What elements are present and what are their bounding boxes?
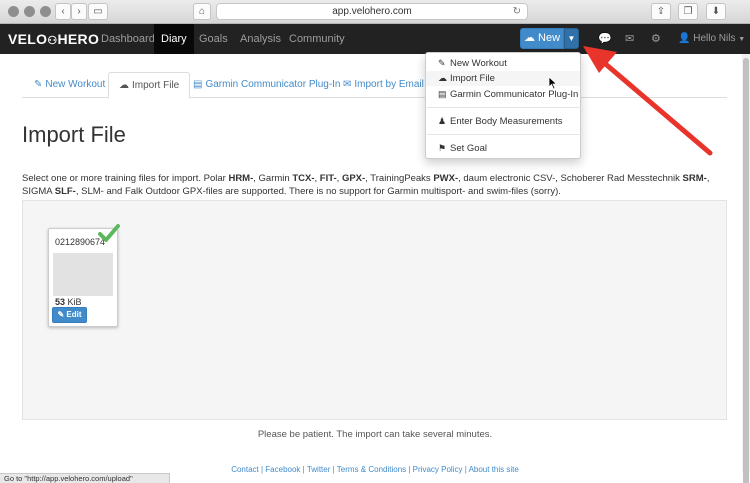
edit-button-label: Edit xyxy=(66,310,82,319)
new-button-label: New xyxy=(538,32,561,44)
bicycle-icon: ⚇ xyxy=(47,35,58,47)
sidebar-icon: ▭ xyxy=(93,6,103,17)
tab-label: Import File xyxy=(132,80,180,91)
forward-button[interactable]: › xyxy=(71,3,87,20)
status-bar: Go to "http://app.velohero.com/upload" xyxy=(0,473,170,483)
tabs-icon: ❐ xyxy=(683,6,693,17)
cloud-upload-icon: ☁ xyxy=(438,73,447,83)
back-button[interactable]: ‹ xyxy=(55,3,71,20)
mouse-cursor-icon xyxy=(548,76,558,90)
import-tabs: ✎ New Workout ☁ Import File ▤ Garmin Commun… xyxy=(22,72,727,99)
menu-divider xyxy=(427,107,581,108)
minimize-window-button[interactable] xyxy=(24,6,35,17)
footer-link-privacy[interactable]: Privacy Policy xyxy=(413,465,463,474)
menu-item-set-goal[interactable]: ⚑ Set Goal xyxy=(426,141,580,156)
cloud-upload-icon: ☁ xyxy=(119,80,129,91)
tab-garmin-communicator[interactable]: ▤ Garmin Communicator Plug-In xyxy=(183,72,351,98)
pencil-icon: ✎ xyxy=(34,79,43,90)
app-navbar: VELO⚇HERO Dashboard Diary Goals Analysis… xyxy=(0,24,750,54)
caret-down-icon: ▼ xyxy=(738,36,746,43)
footer-link-twitter[interactable]: Twitter xyxy=(307,465,331,474)
close-window-button[interactable] xyxy=(8,6,19,17)
file-size: 53 KiB xyxy=(55,297,82,307)
address-bar[interactable]: app.velohero.com ↻ xyxy=(216,3,528,20)
tab-label: Garmin Communicator Plug-In xyxy=(205,79,341,90)
menu-item-label: Set Goal xyxy=(450,143,487,154)
envelope-icon[interactable]: ✉ xyxy=(625,32,634,45)
chevron-left-icon: ‹ xyxy=(61,6,65,17)
comments-icon[interactable]: 💬 xyxy=(598,32,612,45)
download-icon: ⬇ xyxy=(711,6,721,17)
envelope-icon: ✉ xyxy=(343,79,352,90)
device-icon: ▤ xyxy=(438,89,447,99)
tab-label: Import by Email xyxy=(354,79,424,90)
brand-logo[interactable]: VELO⚇HERO xyxy=(8,31,99,47)
share-button[interactable]: ⇪ xyxy=(651,3,671,20)
patience-note: Please be patient. The import can take s… xyxy=(257,429,493,440)
tabs-button[interactable]: ❐ xyxy=(678,3,698,20)
file-drop-zone[interactable] xyxy=(22,200,727,420)
nav-analysis[interactable]: Analysis xyxy=(233,24,288,54)
user-menu-label: Hello Nils xyxy=(693,33,736,44)
pencil-icon: ✎ xyxy=(57,310,65,319)
nav-goals[interactable]: Goals xyxy=(192,24,235,54)
user-menu[interactable]: 👤 Hello Nils ▼ xyxy=(678,24,745,54)
home-icon: ⌂ xyxy=(198,6,206,17)
menu-item-body-measurements[interactable]: ♟ Enter Body Measurements xyxy=(426,114,580,129)
footer-link-about[interactable]: About this site xyxy=(469,465,519,474)
caret-down-icon: ▼ xyxy=(567,34,576,43)
brand-text-left: VELO xyxy=(8,31,48,47)
menu-item-label: Garmin Communicator Plug-In xyxy=(450,89,579,100)
footer-link-terms[interactable]: Terms & Conditions xyxy=(337,465,406,474)
pencil-icon: ✎ xyxy=(438,58,446,68)
edit-button[interactable]: ✎ Edit xyxy=(52,307,87,323)
scrollbar-thumb[interactable] xyxy=(743,58,749,483)
url-text: app.velohero.com xyxy=(332,6,412,17)
nav-dashboard[interactable]: Dashboard xyxy=(94,24,162,54)
tab-new-workout[interactable]: ✎ New Workout xyxy=(24,72,115,98)
nav-community[interactable]: Community xyxy=(282,24,352,54)
footer-link-contact[interactable]: Contact xyxy=(231,465,259,474)
menu-divider xyxy=(427,134,581,135)
device-icon: ▤ xyxy=(193,79,203,90)
tab-import-file[interactable]: ☁ Import File xyxy=(108,72,191,99)
zoom-window-button[interactable] xyxy=(40,6,51,17)
share-icon: ⇪ xyxy=(656,6,666,17)
cloud-icon: ☁ xyxy=(523,32,535,44)
brand-text-right: HERO xyxy=(57,31,100,47)
chevron-right-icon: › xyxy=(77,6,81,17)
menu-item-label: Enter Body Measurements xyxy=(450,116,563,127)
downloads-button[interactable]: ⬇ xyxy=(706,3,726,20)
nav-diary[interactable]: Diary xyxy=(154,24,194,54)
page-title: Import File xyxy=(22,122,126,147)
tab-label: New Workout xyxy=(45,79,106,90)
new-dropdown-toggle[interactable]: ▼ xyxy=(564,28,579,49)
import-description: Select one or more training files for im… xyxy=(22,173,710,197)
reload-icon[interactable]: ↻ xyxy=(513,4,521,19)
menu-item-label: Import File xyxy=(450,73,495,84)
scrollbar[interactable] xyxy=(742,54,750,483)
tab-import-by-email[interactable]: ✉ Import by Email xyxy=(333,72,434,98)
menu-item-label: New Workout xyxy=(450,58,507,69)
new-button[interactable]: ☁ New xyxy=(520,28,564,49)
user-icon: 👤 xyxy=(678,33,691,44)
new-dropdown-menu: ✎ New Workout ☁ Import File ▤ Garmin Commun… xyxy=(425,52,581,159)
person-icon: ♟ xyxy=(438,116,447,126)
checkmark-icon xyxy=(98,224,120,242)
gear-icon[interactable]: ⚙ xyxy=(651,32,661,45)
sidebar-button[interactable]: ▭ xyxy=(88,3,108,20)
home-button[interactable]: ⌂ xyxy=(193,3,211,20)
browser-toolbar: ‹ › ▭ ⌂ app.velohero.com ↻ ⇪ ❐ ⬇ xyxy=(0,0,750,24)
footer-link-facebook[interactable]: Facebook xyxy=(265,465,300,474)
menu-item-new-workout[interactable]: ✎ New Workout xyxy=(426,56,580,71)
file-thumbnail xyxy=(53,253,113,296)
flag-icon: ⚑ xyxy=(438,143,447,153)
